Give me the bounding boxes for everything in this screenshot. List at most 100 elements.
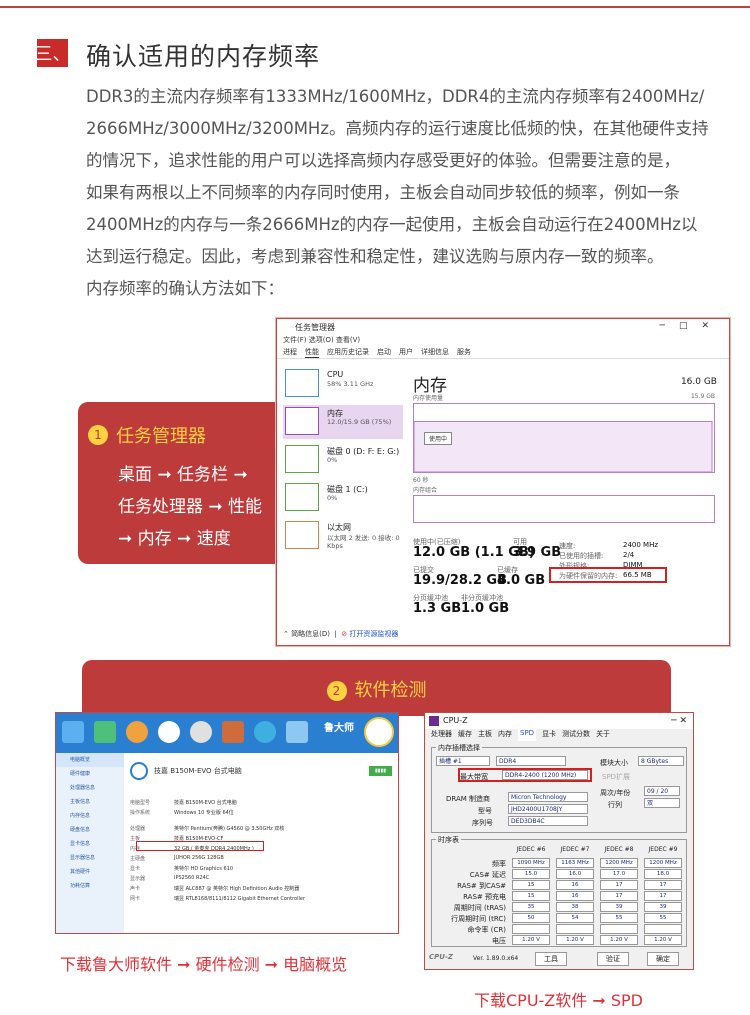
cpuz-screenshot: CPU-Z ─ ✕ 处理器 缓存 主板 内存 SPD 显卡 测试分数 关于 内存… — [424, 712, 694, 970]
tm-item-disk0[interactable]: 磁盘 0 (D: F: E: G:) 0% — [283, 443, 403, 477]
cpuz-tab[interactable]: 主板 — [478, 729, 492, 741]
sidebar-item[interactable]: 硬盘信息 — [56, 823, 124, 837]
part-value: JHD2400U1708JY — [508, 804, 588, 814]
method-2-heading: 2 软件检测 — [82, 676, 671, 702]
timing-cell — [512, 924, 550, 934]
timing-cell: 16 — [556, 880, 594, 890]
tm-item-cpu[interactable]: CPU 58% 3.11 GHz — [283, 367, 403, 401]
item-detail: 0% — [327, 494, 338, 502]
sidebar-item[interactable]: 硬件健康 — [56, 767, 124, 781]
toolbar-icon[interactable] — [254, 721, 276, 743]
tm-tab[interactable]: 用户 — [399, 347, 413, 358]
spec-row: 显示器 IPS2560 R24C — [130, 875, 392, 885]
sidebar-item[interactable]: 其他硬件 — [56, 865, 124, 879]
serial-value: DED3DB4C — [508, 816, 588, 826]
timing-cell: 16.0 — [556, 869, 594, 879]
item-detail: 0% — [327, 456, 338, 464]
sidebar-item[interactable]: 电脑概览 — [56, 753, 124, 767]
sidebar-item[interactable]: 显示器信息 — [56, 851, 124, 865]
tm-tab[interactable]: 应用历史记录 — [327, 347, 369, 358]
spd-ext-label: SPD扩展 — [602, 773, 631, 781]
tm-menu[interactable]: 文件(F) 选项(O) 查看(V) — [277, 335, 729, 347]
slot-group-label: 内存插槽选择 — [436, 743, 482, 753]
tm-tab[interactable]: 启动 — [377, 347, 391, 358]
ethernet-graph-icon — [285, 521, 319, 549]
cpuz-tab[interactable]: 处理器 — [431, 729, 452, 741]
toolbar-icon[interactable] — [62, 721, 84, 743]
validate-button[interactable]: 验证 — [597, 952, 629, 966]
graph-label: 内存使用量 — [413, 395, 444, 402]
brief-info-link[interactable]: 简略信息(D) — [291, 630, 330, 638]
spec-row: 主硬盘 JUHOR 256G 128GB — [130, 855, 392, 865]
module-size-label: 模块大小 — [600, 759, 628, 767]
part-label: 型号 — [478, 807, 492, 815]
tm-tab[interactable]: 详细信息 — [421, 347, 449, 358]
timing-cell: 15 — [512, 880, 550, 890]
tm-item-memory[interactable]: 内存 12.0/15.9 GB (75%) — [283, 405, 403, 439]
generate-report-button[interactable]: ▮▮▮▮ — [368, 766, 392, 776]
timing-row-label: 周期时间 (tRAS) — [453, 904, 506, 912]
method-task-manager-callout: 1 任务管理器 桌面 ➞ 任务栏 ➞ 任务处理器 ➞ 性能 ➞ 内存 ➞ 速度 — [78, 402, 278, 564]
cpuz-tabs: 处理器 缓存 主板 内存 SPD 显卡 测试分数 关于 — [425, 729, 693, 741]
slot-select[interactable]: 插槽 #1 — [436, 756, 490, 766]
tm-tab[interactable]: 服务 — [457, 347, 471, 358]
manufacturer-label: DRAM 制造商 — [446, 795, 491, 803]
spec-value: IPS2560 R24C — [174, 875, 210, 881]
memory-total: 16.0 GB — [680, 377, 717, 387]
spec-value: 英特尔 HD Graphics 610 — [174, 866, 234, 872]
tm-item-ethernet[interactable]: 以太网 以太网 2 发送: 0 接收: 0 Kbps — [283, 519, 403, 553]
ludashi-screenshot: 鲁大师 电脑概览 硬件健康 处理器信息 主板信息 内存信息 硬盘信息 显卡信息 … — [55, 712, 399, 934]
timing-col-header: JEDEC #7 — [560, 846, 590, 853]
sidebar-item[interactable]: 内存信息 — [56, 809, 124, 823]
timing-row-label: 电压 — [492, 937, 506, 945]
toolbar-icon[interactable] — [126, 721, 148, 743]
toolbar-icon[interactable] — [286, 721, 308, 743]
ludashi-toolbar: 鲁大师 — [56, 713, 398, 753]
timing-cell: 39 — [644, 902, 682, 912]
method-2-number: 2 — [326, 681, 347, 701]
cpuz-titlebar: CPU-Z ─ ✕ — [425, 713, 693, 729]
method-2-title: 软件检测 — [354, 680, 427, 701]
sidebar-item[interactable]: 处理器信息 — [56, 781, 124, 795]
cpuz-tab[interactable]: 测试分数 — [562, 729, 590, 741]
item-detail: 12.0/15.9 GB (75%) — [327, 418, 392, 426]
timing-cell: 55 — [600, 913, 638, 923]
tm-tab-performance[interactable]: 性能 — [305, 347, 319, 358]
cpuz-tab[interactable]: 显卡 — [542, 729, 556, 741]
cpuz-tab-spd[interactable]: SPD — [518, 729, 537, 741]
spec-label: 操作系统 — [130, 810, 151, 816]
sidebar-item[interactable]: 显卡信息 — [56, 837, 124, 851]
method-1-step: 桌面 ➞ 任务栏 ➞ — [118, 465, 248, 485]
top-divider-line — [0, 6, 750, 8]
week-year-value: 09 / 20 — [644, 786, 680, 796]
tm-memory-panel: 内存 16.0 GB 内存使用量 15.9 GB 使用中 60 秒 内存组合 使… — [413, 367, 723, 637]
sidebar-item[interactable]: 功耗估算 — [56, 879, 124, 893]
item-detail: 58% 3.11 GHz — [327, 380, 374, 388]
ludashi-avatar — [364, 717, 394, 747]
speed-label: 速度: — [559, 542, 576, 550]
timing-cell: 35 — [512, 902, 550, 912]
toolbar-icon[interactable] — [94, 721, 116, 743]
cpuz-tab[interactable]: 内存 — [498, 729, 512, 741]
method-software-banner: 2 软件检测 — [82, 660, 671, 716]
spec-value: 瑞昱 RTL8168/8111/8112 Gigabit Ethernet Co… — [174, 896, 306, 902]
cpuz-tab[interactable]: 缓存 — [458, 729, 472, 741]
toolbar-icon[interactable] — [158, 721, 180, 743]
composition-label: 内存组合 — [413, 487, 438, 494]
timing-cell: 17 — [644, 880, 682, 890]
close-icon[interactable]: ─ ✕ — [671, 713, 687, 729]
sidebar-item[interactable]: 主板信息 — [56, 795, 124, 809]
ok-button[interactable]: 确定 — [647, 952, 679, 966]
timing-group-label: 时序表 — [436, 835, 461, 845]
timing-row-label: CAS# 延迟 — [469, 871, 506, 879]
cpuz-tab[interactable]: 关于 — [596, 729, 610, 741]
slot-group: 内存插槽选择 插槽 #1 DDR4 模块大小 8 GBytes 最大带宽 DDR… — [431, 743, 687, 833]
tools-button[interactable]: 工具 — [535, 952, 567, 966]
toolbar-icon[interactable] — [222, 721, 244, 743]
computer-name: 技嘉 B150M-EVO 台式电脑 — [154, 767, 242, 775]
collapse-icon[interactable]: ⌃ — [283, 630, 289, 638]
tm-item-disk1[interactable]: 磁盘 1 (C:) 0% — [283, 481, 403, 515]
tm-tab[interactable]: 进程 — [283, 347, 297, 358]
resource-monitor-link[interactable]: 打开资源监视器 — [349, 630, 398, 638]
toolbar-icon[interactable] — [190, 721, 212, 743]
